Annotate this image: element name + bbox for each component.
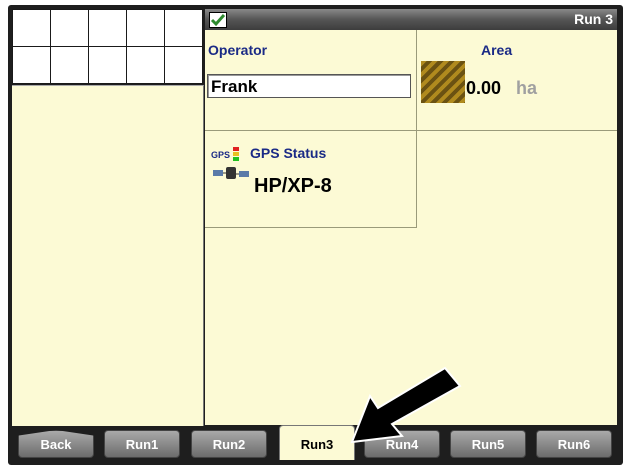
page-title: Run 3 (574, 11, 613, 27)
back-button[interactable]: Back (18, 430, 94, 458)
grid-cell[interactable] (51, 47, 89, 84)
area-value: 0.00 (466, 78, 502, 98)
signal-light-icon (233, 147, 239, 161)
grid-cell[interactable] (165, 47, 203, 84)
grid-cell[interactable] (13, 47, 51, 84)
shortcut-grid (12, 9, 203, 85)
checkmark-icon (209, 12, 227, 28)
operator-label: Operator (208, 42, 268, 58)
satellite-icon (213, 165, 251, 188)
tab-run6[interactable]: Run6 (536, 430, 612, 458)
tab-run1[interactable]: Run1 (104, 430, 180, 458)
grid-cell[interactable] (51, 10, 89, 47)
left-panel (12, 85, 204, 426)
area-label: Area (481, 42, 513, 58)
grid-cell[interactable] (89, 47, 127, 84)
grid-cell[interactable] (127, 10, 165, 47)
tab-run2[interactable]: Run2 (191, 430, 267, 458)
tab-bar: Back Run1 Run2 Run3 Run4 Run5 Run6 (12, 425, 617, 460)
grid-cell[interactable] (127, 47, 165, 84)
area-unit: ha (516, 78, 538, 98)
operator-field[interactable]: Frank (207, 74, 411, 98)
area-coverage-icon (421, 61, 465, 103)
title-bar: Run 3 (205, 9, 617, 30)
grid-cell[interactable] (165, 10, 203, 47)
grid-cell[interactable] (13, 10, 51, 47)
gps-status-label: GPS Status (250, 145, 327, 161)
gps-receiver-value: HP/XP-8 (254, 175, 332, 197)
grid-cell[interactable] (89, 10, 127, 47)
gps-small-label: GPS (211, 150, 231, 160)
pointer-arrow-icon (350, 366, 462, 444)
